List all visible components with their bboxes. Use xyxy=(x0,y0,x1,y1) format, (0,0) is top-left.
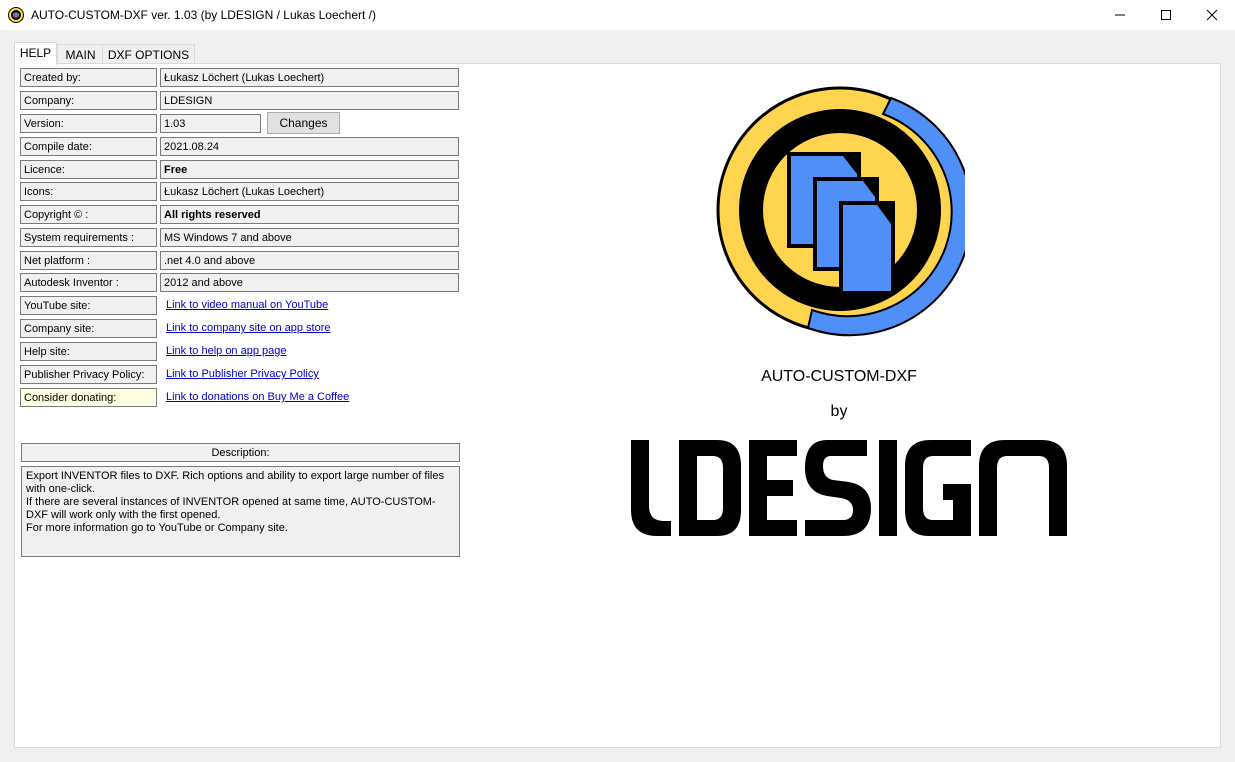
by-text: by xyxy=(830,403,848,420)
company-site-link-cell: Link to company site on app store xyxy=(160,319,459,338)
created-by-value: Łukasz Löchert (Lukas Loechert) xyxy=(160,68,459,87)
maximize-icon xyxy=(1161,10,1171,20)
changes-button[interactable]: Changes xyxy=(267,112,340,134)
company-site-label: Company site: xyxy=(20,319,157,338)
ldesign-logo xyxy=(631,440,1067,536)
close-icon xyxy=(1206,9,1218,21)
company-site-link[interactable]: Link to company site on app store xyxy=(166,322,330,334)
help-panel: Created by: Łukasz Löchert (Lukas Loeche… xyxy=(14,63,1221,748)
donate-link-cell: Link to donations on Buy Me a Coffee xyxy=(160,388,459,407)
app-emblem-logo xyxy=(716,86,965,337)
app-name-heading: AUTO-CUSTOM-DXF xyxy=(761,368,917,385)
inventor-value: 2012 and above xyxy=(160,273,459,292)
donate-label: Consider donating: xyxy=(20,388,157,407)
close-button[interactable] xyxy=(1189,0,1235,30)
title-bar: AUTO-CUSTOM-DXF ver. 1.03 (by LDESIGN / … xyxy=(0,0,1235,31)
version-value: 1.03 xyxy=(160,114,261,133)
licence-value: Free xyxy=(160,160,459,179)
help-site-link-cell: Link to help on app page xyxy=(160,342,459,361)
youtube-link-cell: Link to video manual on YouTube xyxy=(160,296,459,315)
compile-date-value: 2021.08.24 xyxy=(160,137,459,156)
compile-date-label: Compile date: xyxy=(20,137,157,156)
minimize-button[interactable] xyxy=(1097,0,1143,30)
privacy-policy-label: Publisher Privacy Policy: xyxy=(20,365,157,384)
tab-dxf-options[interactable]: DXF OPTIONS xyxy=(102,44,195,64)
help-site-link[interactable]: Link to help on app page xyxy=(166,345,287,357)
inventor-label: Autodesk Inventor : xyxy=(20,273,157,292)
window-title: AUTO-CUSTOM-DXF ver. 1.03 (by LDESIGN / … xyxy=(31,8,376,22)
privacy-policy-link-cell: Link to Publisher Privacy Policy xyxy=(160,365,459,384)
tab-help[interactable]: HELP xyxy=(14,42,57,65)
created-by-label: Created by: xyxy=(20,68,157,87)
tab-main[interactable]: MAIN xyxy=(57,44,104,64)
company-value: LDESIGN xyxy=(160,91,459,110)
privacy-policy-link[interactable]: Link to Publisher Privacy Policy xyxy=(166,368,319,380)
minimize-icon xyxy=(1115,14,1125,16)
help-site-label: Help site: xyxy=(20,342,157,361)
icons-value: Łukasz Löchert (Lukas Loechert) xyxy=(160,182,459,201)
system-requirements-value: MS Windows 7 and above xyxy=(160,228,459,247)
net-platform-value: .net 4.0 and above xyxy=(160,251,459,270)
maximize-button[interactable] xyxy=(1143,0,1189,30)
net-platform-label: Net platform : xyxy=(20,251,157,270)
icons-label: Icons: xyxy=(20,182,157,201)
youtube-label: YouTube site: xyxy=(20,296,157,315)
donate-link[interactable]: Link to donations on Buy Me a Coffee xyxy=(166,391,349,403)
description-line: Export INVENTOR files to DXF. Rich optio… xyxy=(26,470,444,495)
description-line: If there are several instances of INVENT… xyxy=(26,496,436,521)
copyright-value: All rights reserved xyxy=(160,205,459,224)
description-text: Export INVENTOR files to DXF. Rich optio… xyxy=(21,466,460,557)
app-logo-icon xyxy=(8,7,24,23)
description-header: Description: xyxy=(21,443,460,462)
version-label: Version: xyxy=(20,114,157,133)
youtube-link[interactable]: Link to video manual on YouTube xyxy=(166,299,328,311)
licence-label: Licence: xyxy=(20,160,157,179)
copyright-label: Copyright © : xyxy=(20,205,157,224)
company-label: Company: xyxy=(20,91,157,110)
system-requirements-label: System requirements : xyxy=(20,228,157,247)
description-line: For more information go to YouTube or Co… xyxy=(26,522,288,534)
